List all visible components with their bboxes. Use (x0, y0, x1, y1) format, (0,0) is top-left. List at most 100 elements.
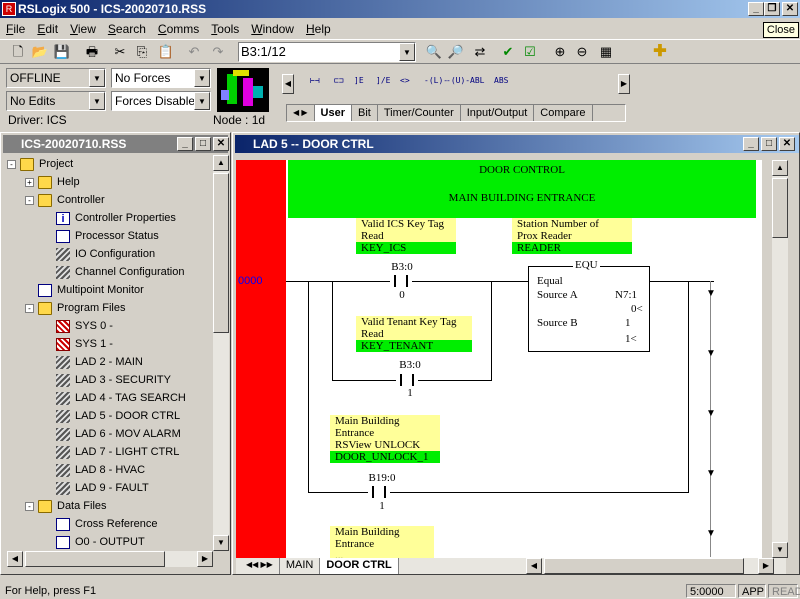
tree-item[interactable]: LAD 2 - MAIN (43, 353, 143, 371)
menu-help[interactable]: Help (300, 22, 337, 36)
contact3-xic[interactable] (372, 486, 386, 498)
tree-item[interactable]: Multipoint Monitor (25, 281, 144, 299)
tree-item[interactable]: i Controller Properties (43, 209, 176, 227)
undo-icon[interactable]: ↶ (184, 42, 204, 62)
branch-instr-icon[interactable]: ⊢⊣ (310, 76, 320, 85)
tree-item[interactable]: - Program Files (25, 299, 125, 317)
menu-edit[interactable]: Edit (31, 22, 64, 36)
tree-item[interactable]: Cross Reference (43, 515, 158, 533)
rung-number[interactable]: 0000 (238, 275, 262, 287)
ladder-close-button[interactable]: ✕ (779, 137, 795, 151)
ladder-hscroll-thumb[interactable] (544, 558, 744, 574)
ladder-scroll-up-icon[interactable]: ▲ (772, 160, 788, 176)
open-folder-icon[interactable]: 📂 (30, 42, 50, 62)
tree-scroll-thumb[interactable] (213, 173, 229, 333)
otl-instr-icon[interactable]: -(L)- (424, 76, 448, 85)
palette-tab-timer-counter[interactable]: Timer/Counter (378, 105, 461, 121)
contact2-xic[interactable] (400, 374, 414, 386)
ote-instr-icon[interactable]: <> (400, 76, 410, 85)
replace-icon[interactable]: ⇄ (470, 42, 490, 62)
zoom-in-icon[interactable]: ⊕ (550, 42, 570, 62)
tree-item[interactable]: LAD 8 - HVAC (43, 461, 145, 479)
find-icon[interactable]: 🔍 (424, 42, 444, 62)
add-icon[interactable]: ✚ (650, 42, 670, 62)
edits-dropdown-button[interactable]: ▼ (89, 92, 105, 110)
ladder-tab-nav-icon[interactable]: ◀◀ ▶▶ (240, 558, 280, 574)
tree-item[interactable]: + Help (25, 173, 80, 191)
ladder-minimize-button[interactable]: _ (743, 137, 759, 151)
tree-item[interactable]: - Data Files (25, 497, 107, 515)
tree-vertical-scrollbar[interactable]: ▲ ▼ (213, 155, 229, 551)
tree-item[interactable]: LAD 6 - MOV ALARM (43, 425, 181, 443)
tree-item[interactable]: Processor Status (43, 227, 159, 245)
tree-item[interactable]: LAD 7 - LIGHT CTRL (43, 443, 179, 461)
verify-project-icon[interactable]: ☑ (520, 42, 540, 62)
tree-hscroll-thumb[interactable] (25, 551, 165, 567)
palette-tab-bit[interactable]: Bit (352, 105, 378, 121)
project-minimize-button[interactable]: _ (177, 137, 193, 151)
paste-icon[interactable]: 📋 (156, 42, 176, 62)
ladder-scroll-right-icon[interactable]: ▶ (758, 558, 774, 574)
tree-item[interactable]: Channel Configuration (43, 263, 184, 281)
tree-item[interactable]: - Controller (25, 191, 105, 209)
project-maximize-button[interactable]: □ (195, 137, 211, 151)
restore-button[interactable]: ❐ (764, 2, 780, 16)
collapse-icon[interactable]: - (25, 303, 34, 313)
ladder-vertical-scrollbar[interactable]: ▲ ▼ (772, 160, 788, 558)
new-file-icon[interactable]: 🗋 (8, 42, 28, 62)
abl-instr[interactable]: ABL (470, 76, 484, 85)
redo-icon[interactable]: ↷ (208, 42, 228, 62)
tree-item[interactable]: LAD 3 - SECURITY (43, 371, 171, 389)
menu-view[interactable]: View (64, 22, 102, 36)
tree-item[interactable]: SYS 0 - (43, 317, 113, 335)
palette-tab-user[interactable]: User (314, 105, 352, 121)
expand-icon[interactable]: + (25, 177, 34, 187)
address-dropdown-button[interactable]: ▼ (399, 43, 415, 61)
rung-instr-icon[interactable]: ⊏⊐ (334, 76, 344, 85)
copy-icon[interactable]: ⎘ (132, 42, 152, 62)
tree-item[interactable]: - Project (7, 155, 73, 173)
menu-tools[interactable]: Tools (205, 22, 245, 36)
menu-window[interactable]: Window (245, 22, 300, 36)
palette-tab-input-output[interactable]: Input/Output (461, 105, 535, 121)
palette-left-arrow[interactable]: ◀ (282, 74, 294, 94)
abs-instr[interactable]: ABS (494, 76, 508, 85)
menu-file[interactable]: File (0, 22, 31, 36)
xic-instr-icon[interactable]: ]E (354, 76, 364, 85)
palette-tab-prev-icon[interactable]: ◀ ▶ (287, 105, 315, 121)
forces-enabled-combo[interactable]: Forces Disabled ▼ (111, 91, 211, 111)
find-next-icon[interactable]: 🔎 (446, 42, 466, 62)
otu-instr-icon[interactable]: -(U)- (446, 76, 470, 85)
tree-item[interactable]: LAD 9 - FAULT (43, 479, 149, 497)
tree-item[interactable]: O0 - OUTPUT (43, 533, 145, 551)
equ-instruction[interactable]: EQU Equal Source A N7:1 0< Source B 1 1< (528, 259, 650, 352)
print-icon[interactable]: 🖶 (82, 42, 102, 62)
xio-instr-icon[interactable]: ]/E (376, 76, 390, 85)
forces-dropdown-button[interactable]: ▼ (194, 69, 210, 87)
save-icon[interactable]: 💾 (52, 42, 72, 62)
tree-scroll-down-icon[interactable]: ▼ (213, 535, 229, 551)
ladder-tab-main[interactable]: MAIN (280, 558, 321, 574)
tree-item[interactable]: IO Configuration (43, 245, 155, 263)
tree-scroll-left-icon[interactable]: ◀ (7, 551, 23, 567)
menu-search[interactable]: Search (102, 22, 152, 36)
app-icon[interactable]: R (2, 2, 16, 16)
palette-right-arrow[interactable]: ▶ (618, 74, 630, 94)
ladder-scroll-thumb[interactable] (772, 178, 788, 238)
collapse-icon[interactable]: - (25, 195, 34, 205)
ladder-canvas[interactable]: 0000 DOOR CONTROL MAIN BUILDING ENTRANCE… (236, 160, 762, 558)
mode-combo[interactable]: OFFLINE ▼ (6, 68, 106, 88)
contact1-xic[interactable] (394, 275, 408, 287)
tree-item[interactable]: LAD 4 - TAG SEARCH (43, 389, 186, 407)
ladder-maximize-button[interactable]: □ (761, 137, 777, 151)
close-button[interactable]: ✕ (782, 2, 798, 16)
mode-dropdown-button[interactable]: ▼ (89, 69, 105, 87)
tree-item[interactable]: LAD 5 - DOOR CTRL (43, 407, 180, 425)
menu-comms[interactable]: Comms (152, 22, 205, 36)
forces-enabled-dropdown-button[interactable]: ▼ (194, 92, 210, 110)
cut-icon[interactable]: ✂ (110, 42, 130, 62)
minimize-button[interactable]: _ (748, 2, 764, 16)
zoom-out-icon[interactable]: ⊖ (572, 42, 592, 62)
ladder-tab-door-ctrl[interactable]: DOOR CTRL (320, 558, 399, 574)
tree-scroll-right-icon[interactable]: ▶ (197, 551, 213, 567)
